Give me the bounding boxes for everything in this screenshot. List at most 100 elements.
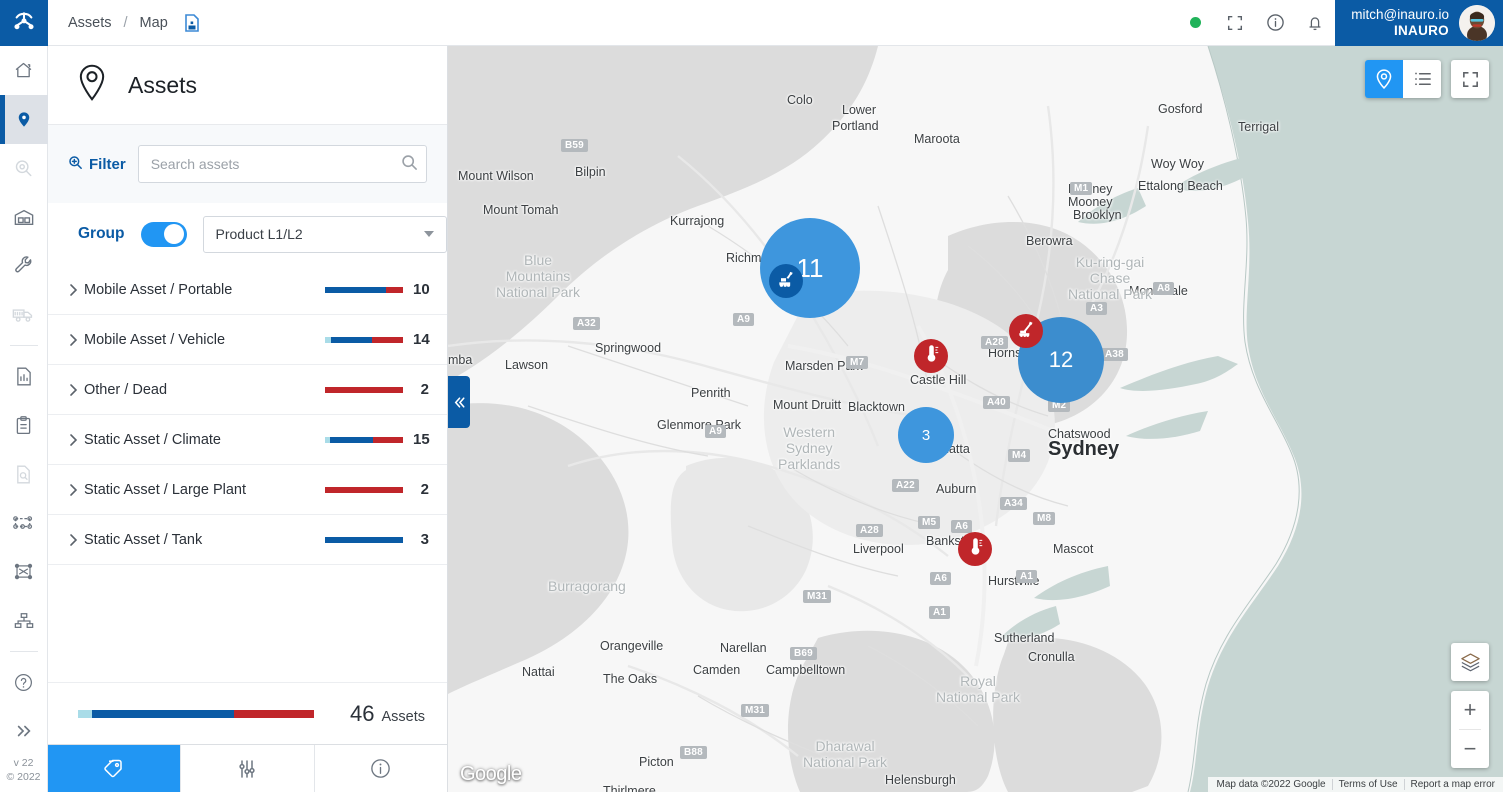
- user-org: INAURO: [1393, 22, 1449, 38]
- status-bar-segment: [330, 436, 374, 443]
- rail-item-reports[interactable]: [0, 352, 48, 401]
- map-attribution-item[interactable]: Terms of Use: [1331, 779, 1404, 790]
- chevron-right-icon[interactable]: [62, 433, 84, 447]
- status-bar-segment: [371, 336, 403, 343]
- breadcrumb-item-assets[interactable]: Assets: [68, 15, 112, 31]
- map-marker-plant[interactable]: [769, 264, 803, 298]
- sliders-icon: [239, 759, 256, 778]
- asset-group-status-bar: [325, 486, 403, 493]
- total-bar-segment: [78, 709, 93, 718]
- rail-item-search-location[interactable]: [0, 144, 48, 193]
- panel-collapse-handle[interactable]: [448, 376, 470, 428]
- asset-group-row[interactable]: Static Asset / Climate 15: [48, 415, 447, 465]
- rail-item-expand[interactable]: [0, 707, 48, 756]
- rail-item-geofence[interactable]: [0, 498, 48, 547]
- road-shield-label: A8: [1153, 282, 1175, 295]
- panel-total-summary: 46 Assets: [48, 682, 447, 744]
- status-bar-segment: [325, 286, 386, 293]
- chevron-right-icon[interactable]: [62, 383, 84, 397]
- tab-settings[interactable]: [181, 745, 315, 792]
- map-view-button[interactable]: [1365, 60, 1403, 98]
- asset-group-row[interactable]: Static Asset / Tank 3: [48, 515, 447, 565]
- rail-item-help[interactable]: [0, 658, 48, 707]
- asset-group-status-bar: [325, 336, 403, 343]
- asset-group-label: Mobile Asset / Portable: [84, 281, 233, 298]
- rail-item-tasks[interactable]: [0, 401, 48, 450]
- rail-item-shape[interactable]: [0, 547, 48, 596]
- search-location-icon: [15, 159, 32, 176]
- app-logo[interactable]: [0, 0, 48, 46]
- total-status-bar: [78, 709, 314, 718]
- report-chart-icon: [16, 367, 31, 386]
- asset-group-label: Static Asset / Large Plant: [84, 481, 247, 498]
- asset-group-row[interactable]: Mobile Asset / Portable 10: [48, 265, 447, 315]
- chevron-right-icon[interactable]: [62, 283, 84, 297]
- user-menu[interactable]: mitch@inauro.io INAURO: [1335, 0, 1503, 46]
- map-marker-plant[interactable]: [1009, 314, 1043, 348]
- zoom-in-button[interactable]: +: [1451, 691, 1489, 729]
- thermometer-icon: [921, 343, 942, 369]
- road-shield-label: M1: [1070, 182, 1093, 195]
- view-mode-toggle: [1365, 60, 1441, 98]
- rail-item-home[interactable]: [0, 46, 48, 95]
- map-pin-icon: [18, 112, 29, 127]
- report-document-icon[interactable]: [184, 13, 200, 32]
- crane-icon: [1016, 319, 1036, 344]
- group-controls: Group Product L1/L2: [48, 203, 447, 265]
- asset-group-count: 2: [420, 481, 429, 498]
- map-attribution-item[interactable]: Report a map error: [1403, 779, 1501, 790]
- asset-group-count: 10: [413, 281, 430, 298]
- road-shield-label: A34: [1000, 497, 1027, 510]
- asset-group-row[interactable]: Mobile Asset / Vehicle 14: [48, 315, 447, 365]
- map-marker-climate[interactable]: [958, 532, 992, 566]
- road-shield-label: M8: [1033, 512, 1056, 525]
- tab-info[interactable]: [314, 745, 447, 792]
- rail-item-hierarchy[interactable]: [0, 596, 48, 645]
- info-circle-icon[interactable]: [1255, 0, 1295, 46]
- asset-group-row[interactable]: Other / Dead 2: [48, 365, 447, 415]
- avatar[interactable]: [1459, 4, 1495, 41]
- road-shield-label: A40: [983, 396, 1010, 409]
- filter-button[interactable]: Filter: [68, 155, 126, 174]
- road-shield-label: A28: [981, 336, 1008, 349]
- left-nav-rail: v 22 © 2022: [0, 46, 48, 792]
- group-toggle[interactable]: [140, 221, 187, 247]
- rail-item-warehouse[interactable]: [0, 192, 48, 241]
- group-by-value: Product L1/L2: [215, 226, 303, 242]
- tab-tags[interactable]: [48, 745, 182, 792]
- search-icon[interactable]: [401, 154, 418, 174]
- rail-item-document-search[interactable]: [0, 450, 48, 499]
- map-marker-climate[interactable]: [914, 339, 948, 373]
- map-pin-outline-icon: [76, 64, 108, 107]
- shape-icon: [14, 563, 33, 580]
- map-layers-button[interactable]: [1451, 643, 1489, 681]
- rail-item-maintenance[interactable]: [0, 241, 48, 290]
- search-input[interactable]: [137, 145, 427, 183]
- excavator-icon: [776, 269, 796, 294]
- map-cluster-marker[interactable]: 3: [898, 407, 954, 463]
- top-bar: Assets / Map mitch@inauro.io INAURO: [0, 0, 1503, 46]
- map-attribution-item[interactable]: Map data ©2022 Google: [1210, 779, 1331, 790]
- breadcrumb: Assets / Map: [48, 13, 200, 32]
- asset-group-row[interactable]: Static Asset / Large Plant 2: [48, 465, 447, 515]
- fullscreen-icon[interactable]: [1215, 0, 1255, 46]
- chevron-right-icon[interactable]: [62, 533, 84, 547]
- group-by-select[interactable]: Product L1/L2: [202, 215, 447, 253]
- status-bar-segment: [325, 486, 403, 493]
- road-shield-label: M7: [846, 356, 869, 369]
- road-shield-label: A22: [892, 479, 919, 492]
- bell-icon[interactable]: [1295, 0, 1335, 46]
- rail-divider: [9, 344, 38, 346]
- chevron-right-icon[interactable]: [62, 483, 84, 497]
- map-canvas[interactable]: Colo Gosford Lower Portland Terrigal Maroota W…: [448, 46, 1503, 792]
- chevron-right-icon[interactable]: [62, 333, 84, 347]
- zoom-out-button[interactable]: −: [1451, 730, 1489, 768]
- road-shield-label: A3: [1086, 302, 1108, 315]
- expand-chevrons-icon: [17, 725, 31, 737]
- rail-item-fleet[interactable]: [0, 290, 48, 339]
- breadcrumb-item-map[interactable]: Map: [140, 15, 168, 31]
- map-fullscreen-button[interactable]: [1451, 60, 1489, 98]
- list-view-button[interactable]: [1403, 60, 1441, 98]
- rail-item-map[interactable]: [0, 94, 48, 144]
- status-bar-segment: [385, 286, 403, 293]
